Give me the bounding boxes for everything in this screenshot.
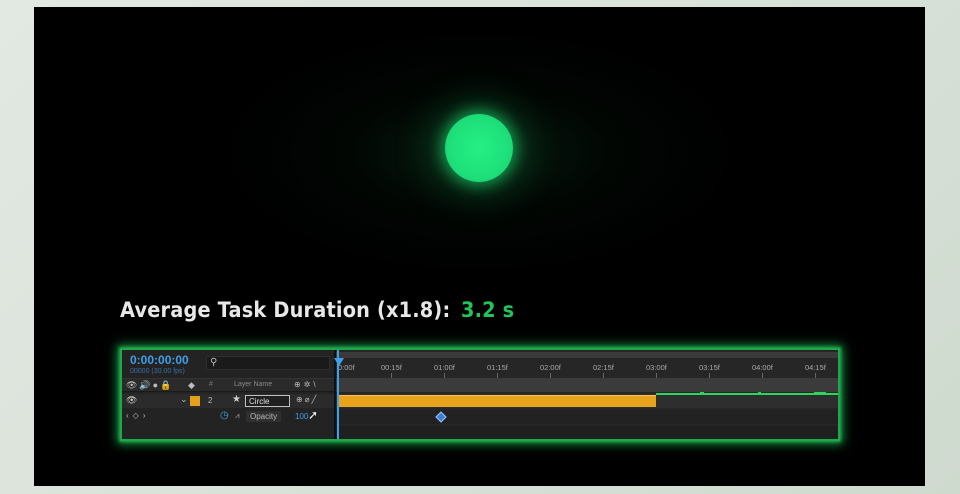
layer-name-column[interactable]: Layer Name [234,381,272,388]
ruler-tick-label: 02:15f [593,363,614,372]
graph-icon[interactable]: ⩘ [235,411,240,421]
task-duration-caption: Average Task Duration (x1.8): 3.2 s [120,298,514,322]
ruler-tick-label: 04:15f [805,363,826,372]
layer-name-text: Circle [249,397,270,406]
stopwatch-icon[interactable]: ◷ [220,410,229,421]
layer-row-circle[interactable]: 👁 ⌄ 2 ★ Circle ⊕⌀╱ [122,394,334,408]
render-status-segment [758,392,761,395]
render-status-segment [814,392,826,395]
property-name: Opacity [246,411,282,422]
playhead[interactable] [334,350,344,439]
ruler-tick-label: 04:00f [752,363,773,372]
frame-rate-readout: 00000 (30.00 fps) [130,368,185,375]
ruler-tick-label: 03:00f [646,363,667,372]
layer-name-field[interactable]: Circle [245,395,290,407]
tag-icon[interactable]: ◆ [188,380,195,391]
shape-layer-star-icon: ★ [232,394,241,405]
property-value[interactable]: 100 [295,412,308,421]
layer-number-column: # [209,381,213,388]
green-circle-shape [445,114,513,182]
property-track [336,410,838,424]
visibility-eye-icon[interactable]: 👁 [126,395,137,406]
track-header-row [336,378,838,392]
property-row-opacity[interactable]: ‹◇› ◷ ⩘ Opacity 100 [122,410,334,424]
switches-column-icons: ⊕✲\ [294,380,319,389]
ruler-tick-label: 00:15f [381,363,402,372]
work-area-bar[interactable] [336,352,838,358]
current-timecode[interactable]: 0:00:00:00 [130,353,189,367]
layer-search-input[interactable]: ⚲ [206,356,330,370]
chevron-down-icon[interactable]: ⌄ [180,394,188,405]
playhead-handle-icon[interactable] [334,358,344,366]
layer-number: 2 [208,396,213,405]
layer-panel: 0:00:00:00 00000 (30.00 fps) ⚲ 👁🔊●🔒 ◆ # … [122,350,334,439]
layer-label-color[interactable] [190,396,200,406]
composition-viewer: Average Task Duration (x1.8): 3.2 s 0:00… [34,7,925,486]
av-switch-icons[interactable]: 👁🔊●🔒 [126,380,173,391]
ruler-tick-label: 01:00f [434,363,455,372]
layer-duration-bar[interactable] [338,395,656,407]
layer-column-header: 👁🔊●🔒 ◆ # Layer Name ⊕✲\ [122,378,334,392]
render-status-line [656,393,838,395]
caption-label: Average Task Duration (x1.8): [120,298,451,322]
mouse-cursor-icon: ➚ [308,408,319,422]
time-ruler[interactable]: 0:00f 00:15f 01:00f 01:15f 02:00f 02:15f 03:00… [336,350,838,378]
ruler-tick-label: 01:15f [487,363,508,372]
search-icon: ⚲ [210,357,218,368]
keyframe-navigator-icons[interactable]: ‹◇› [126,411,149,420]
layer-switch-icons[interactable]: ⊕⌀╱ [296,395,318,404]
timeline-tracks: 0:00f 00:15f 01:00f 01:15f 02:00f 02:15f 03:00… [334,350,838,439]
ruler-tick-label: 03:15f [699,363,720,372]
ruler-tick-label: 02:00f [540,363,561,372]
timeline-panel: 0:00:00:00 00000 (30.00 fps) ⚲ 👁🔊●🔒 ◆ # … [120,348,840,441]
empty-track [336,426,838,439]
caption-value: 3.2 s [460,298,515,322]
render-status-segment [700,392,704,395]
